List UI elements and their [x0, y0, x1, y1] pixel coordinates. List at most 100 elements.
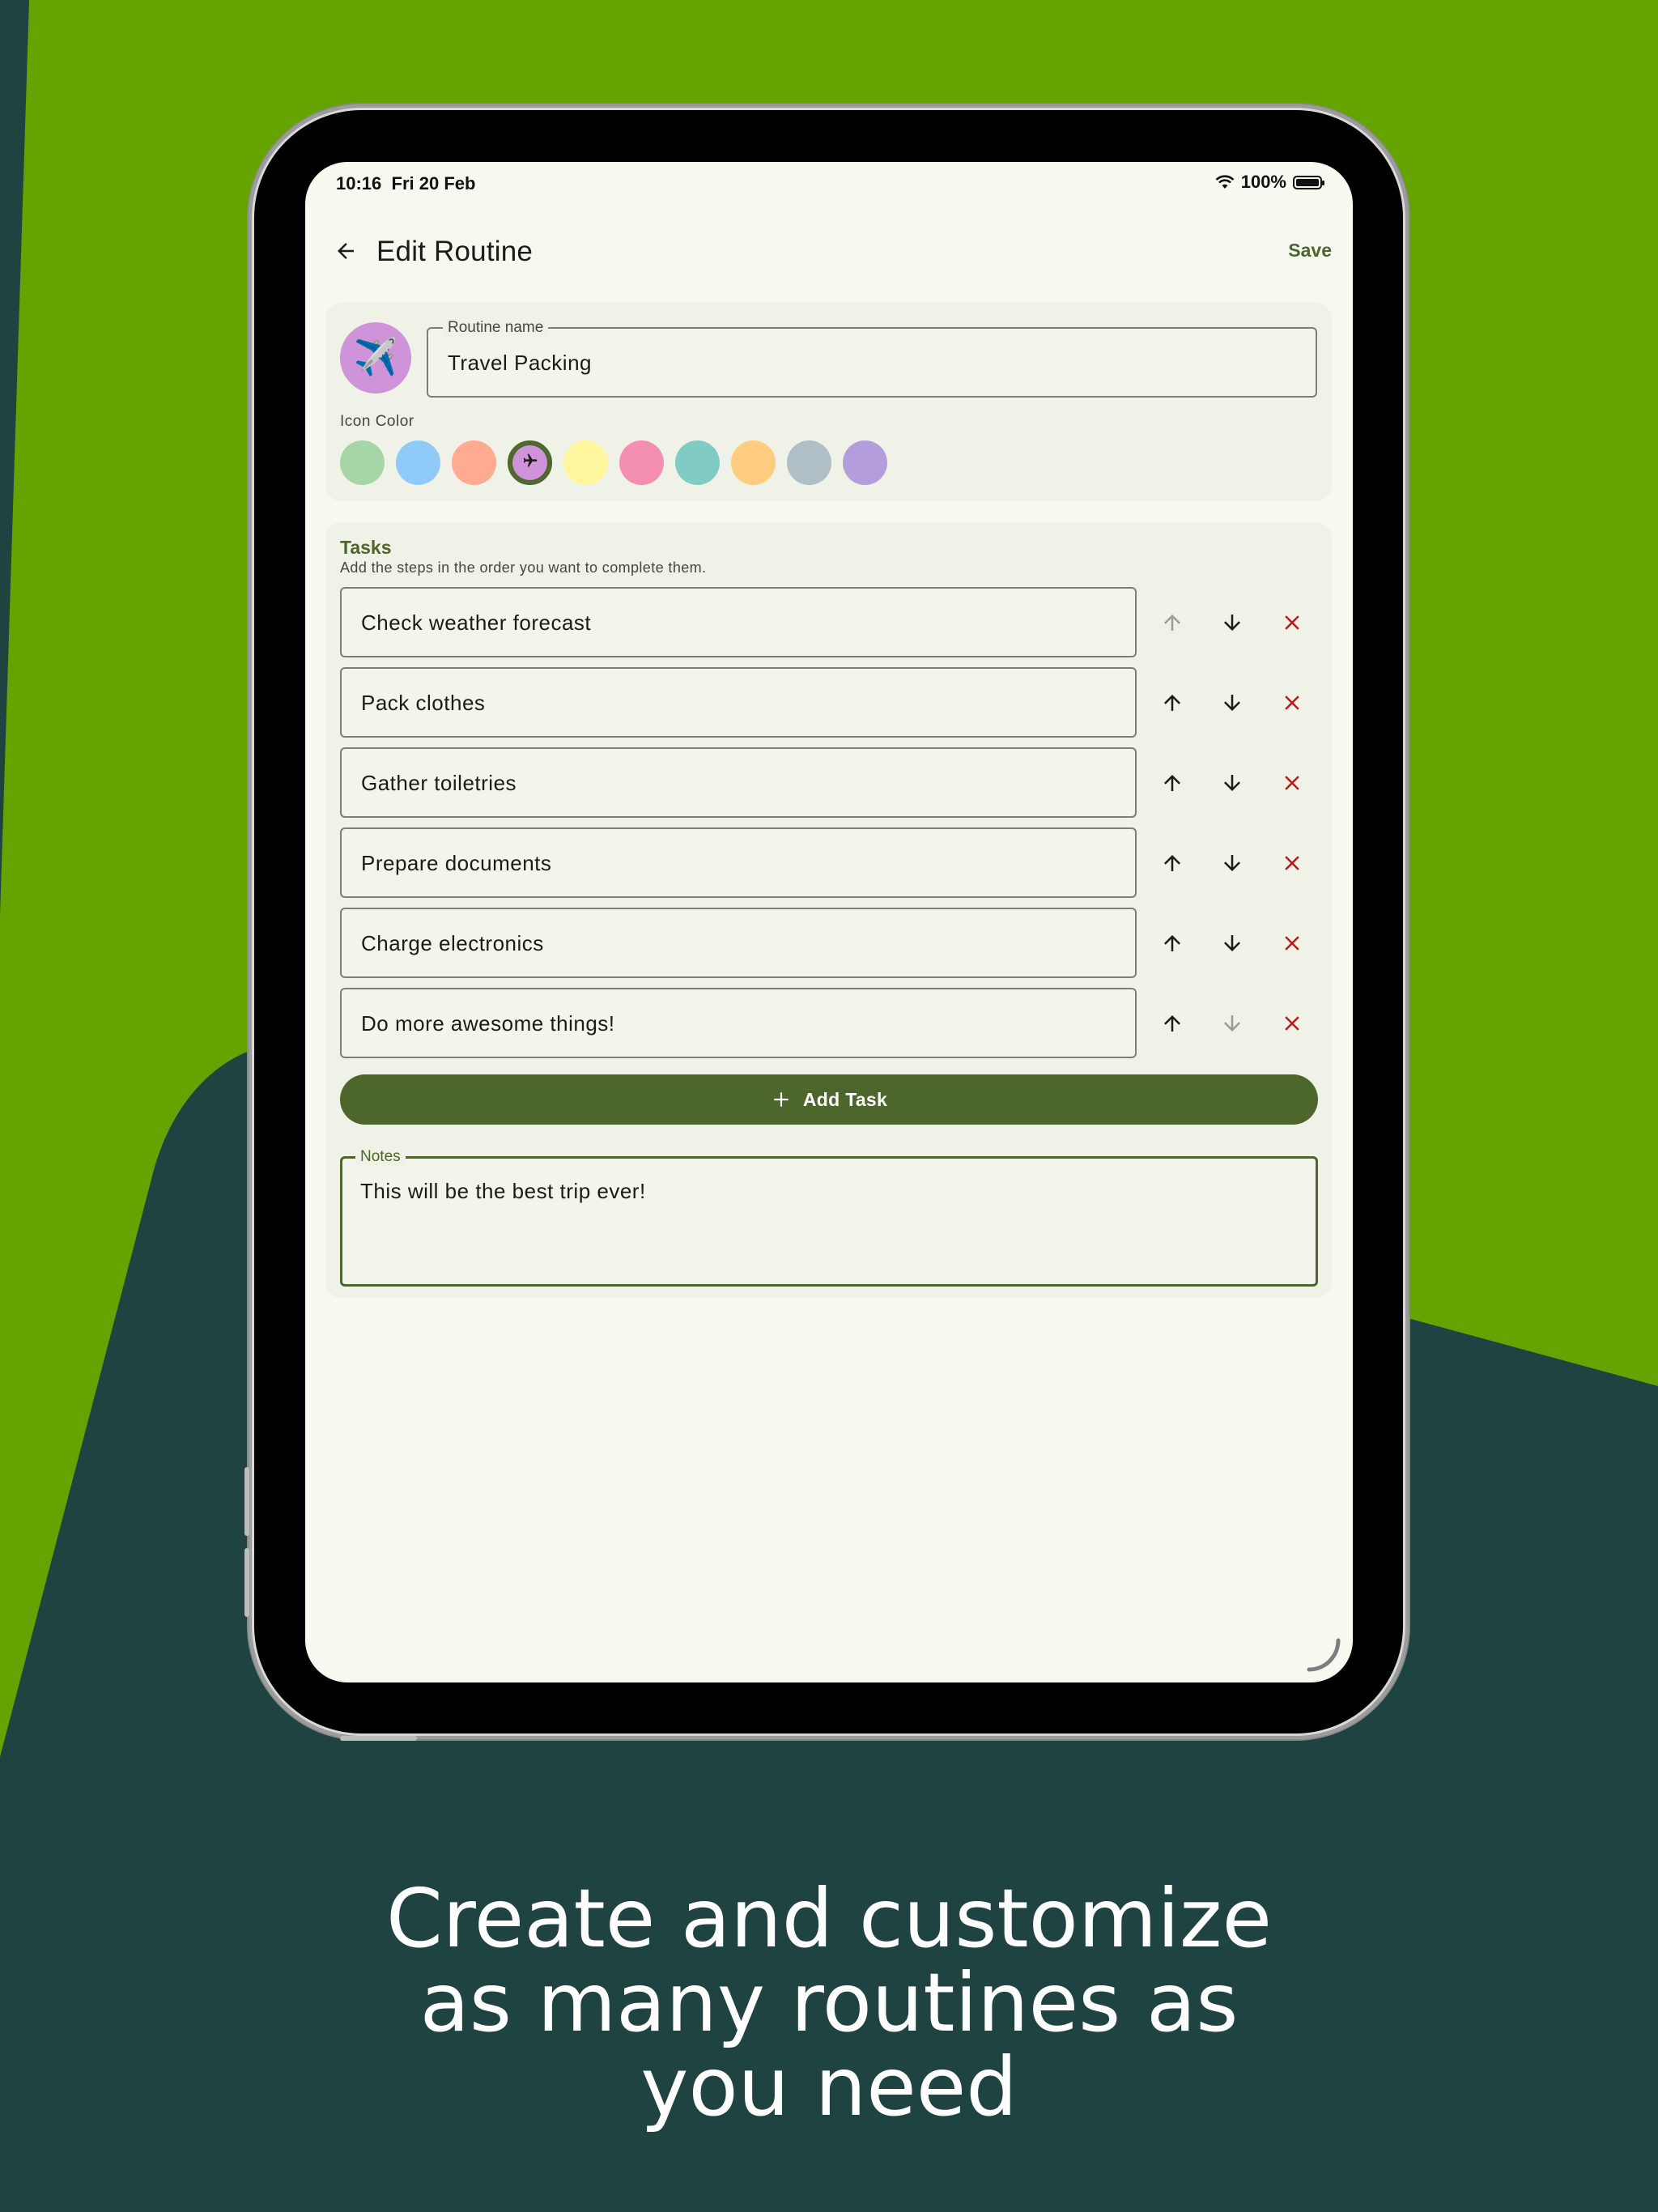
top-app-bar: Edit Routine Save — [305, 211, 1353, 291]
routine-details-card: ✈️ Routine name Travel Packing Icon Colo… — [325, 303, 1332, 501]
status-indicators: 100% — [1215, 172, 1324, 193]
notes-value: This will be the best trip ever! — [360, 1179, 646, 1203]
delete-task-button[interactable] — [1271, 922, 1313, 964]
close-icon — [1280, 1011, 1304, 1036]
delete-task-button[interactable] — [1271, 842, 1313, 884]
color-swatch[interactable] — [843, 440, 887, 485]
tasks-title: Tasks — [340, 537, 392, 558]
battery-percent: 100% — [1240, 172, 1286, 192]
airplane-icon — [522, 453, 538, 473]
color-swatch[interactable] — [508, 440, 552, 485]
power-button — [340, 1736, 417, 1741]
delete-task-button[interactable] — [1271, 602, 1313, 644]
color-swatch[interactable] — [787, 440, 831, 485]
arrow-down-icon — [1220, 931, 1244, 955]
volume-down-button — [244, 1548, 249, 1617]
color-swatch[interactable] — [731, 440, 776, 485]
arrow-down-icon — [1220, 771, 1244, 795]
task-input[interactable]: Pack clothes — [340, 667, 1137, 738]
plus-icon — [774, 1092, 789, 1107]
save-button[interactable]: Save — [1288, 240, 1332, 262]
task-label: Charge electronics — [361, 931, 544, 955]
task-label: Pack clothes — [361, 691, 486, 715]
status-date: Fri 20 Feb — [391, 173, 476, 194]
tagline-line-2: as many routines as — [419, 1955, 1239, 2050]
add-task-label: Add Task — [802, 1088, 888, 1110]
notes-field[interactable]: Notes This will be the best trip ever! — [340, 1148, 1318, 1287]
move-up-button — [1151, 602, 1193, 644]
task-input[interactable]: Gather toiletries — [340, 747, 1137, 818]
airplane-icon: ✈️ — [353, 338, 398, 377]
task-input[interactable]: Check weather forecast — [340, 587, 1137, 657]
arrow-down-icon — [1220, 1011, 1244, 1036]
icon-color-label: Icon Color — [340, 413, 414, 430]
move-up-button[interactable] — [1151, 682, 1193, 724]
color-swatch[interactable] — [340, 440, 385, 485]
close-icon — [1280, 851, 1304, 875]
arrow-up-icon — [1160, 691, 1184, 715]
arrow-down-icon — [1220, 691, 1244, 715]
volume-up-button — [244, 1467, 249, 1536]
tasks-subtitle: Add the steps in the order you want to c… — [340, 559, 707, 576]
move-up-button[interactable] — [1151, 922, 1193, 964]
arrow-up-icon — [1160, 610, 1184, 635]
marketing-tagline: Create and customize as many routines as… — [0, 1877, 1658, 2129]
task-input[interactable]: Charge electronics — [340, 908, 1137, 978]
arrow-down-icon — [1220, 851, 1244, 875]
delete-task-button[interactable] — [1271, 1002, 1313, 1044]
notes-label: Notes — [355, 1148, 406, 1166]
color-swatch[interactable] — [619, 440, 664, 485]
move-down-button[interactable] — [1211, 762, 1253, 804]
app-screen: 10:16 Fri 20 Feb 100% Edit Routine Save … — [305, 162, 1353, 1682]
arrow-up-icon — [1160, 931, 1184, 955]
status-clock: 10:16 — [336, 173, 382, 194]
task-label: Do more awesome things! — [361, 1011, 615, 1036]
color-swatch[interactable] — [563, 440, 608, 485]
move-up-button[interactable] — [1151, 762, 1193, 804]
task-row: Check weather forecast — [340, 587, 1320, 657]
task-row: Charge electronics — [340, 908, 1320, 978]
task-row: Pack clothes — [340, 667, 1320, 738]
corner-resize-handle[interactable] — [1303, 1634, 1343, 1674]
arrow-down-icon — [1220, 610, 1244, 635]
routine-name-field[interactable]: Routine name Travel Packing — [427, 319, 1317, 398]
move-down-button[interactable] — [1211, 602, 1253, 644]
task-row: Do more awesome things! — [340, 988, 1320, 1058]
icon-color-picker — [340, 440, 887, 485]
close-icon — [1280, 931, 1304, 955]
status-time: 10:16 Fri 20 Feb — [336, 173, 475, 194]
tagline-line-3: you need — [640, 2040, 1018, 2134]
task-label: Gather toiletries — [361, 771, 517, 795]
routine-name-label: Routine name — [443, 319, 549, 337]
task-row: Gather toiletries — [340, 747, 1320, 818]
color-swatch[interactable] — [396, 440, 440, 485]
tasks-card: Tasks Add the steps in the order you wan… — [325, 522, 1332, 1298]
arrow-up-icon — [1160, 1011, 1184, 1036]
delete-task-button[interactable] — [1271, 682, 1313, 724]
move-down-button — [1211, 1002, 1253, 1044]
move-down-button[interactable] — [1211, 682, 1253, 724]
color-swatch[interactable] — [675, 440, 720, 485]
back-button[interactable] — [325, 230, 367, 272]
task-input[interactable]: Do more awesome things! — [340, 988, 1137, 1058]
arrow-up-icon — [1160, 851, 1184, 875]
task-label: Prepare documents — [361, 851, 552, 875]
status-bar: 10:16 Fri 20 Feb 100% — [305, 162, 1353, 202]
add-task-button[interactable]: Add Task — [340, 1074, 1318, 1125]
arrow-up-icon — [1160, 771, 1184, 795]
routine-icon-button[interactable]: ✈️ — [340, 322, 411, 393]
move-up-button[interactable] — [1151, 1002, 1193, 1044]
arrow-back-icon — [338, 243, 354, 259]
task-label: Check weather forecast — [361, 610, 592, 635]
move-down-button[interactable] — [1211, 842, 1253, 884]
close-icon — [1280, 610, 1304, 635]
wifi-icon — [1215, 175, 1235, 189]
move-up-button[interactable] — [1151, 842, 1193, 884]
move-down-button[interactable] — [1211, 922, 1253, 964]
page-title: Edit Routine — [376, 236, 534, 267]
routine-name-value: Travel Packing — [448, 351, 592, 375]
delete-task-button[interactable] — [1271, 762, 1313, 804]
color-swatch[interactable] — [452, 440, 496, 485]
tagline-line-1: Create and customize — [385, 1871, 1273, 1966]
task-input[interactable]: Prepare documents — [340, 827, 1137, 898]
